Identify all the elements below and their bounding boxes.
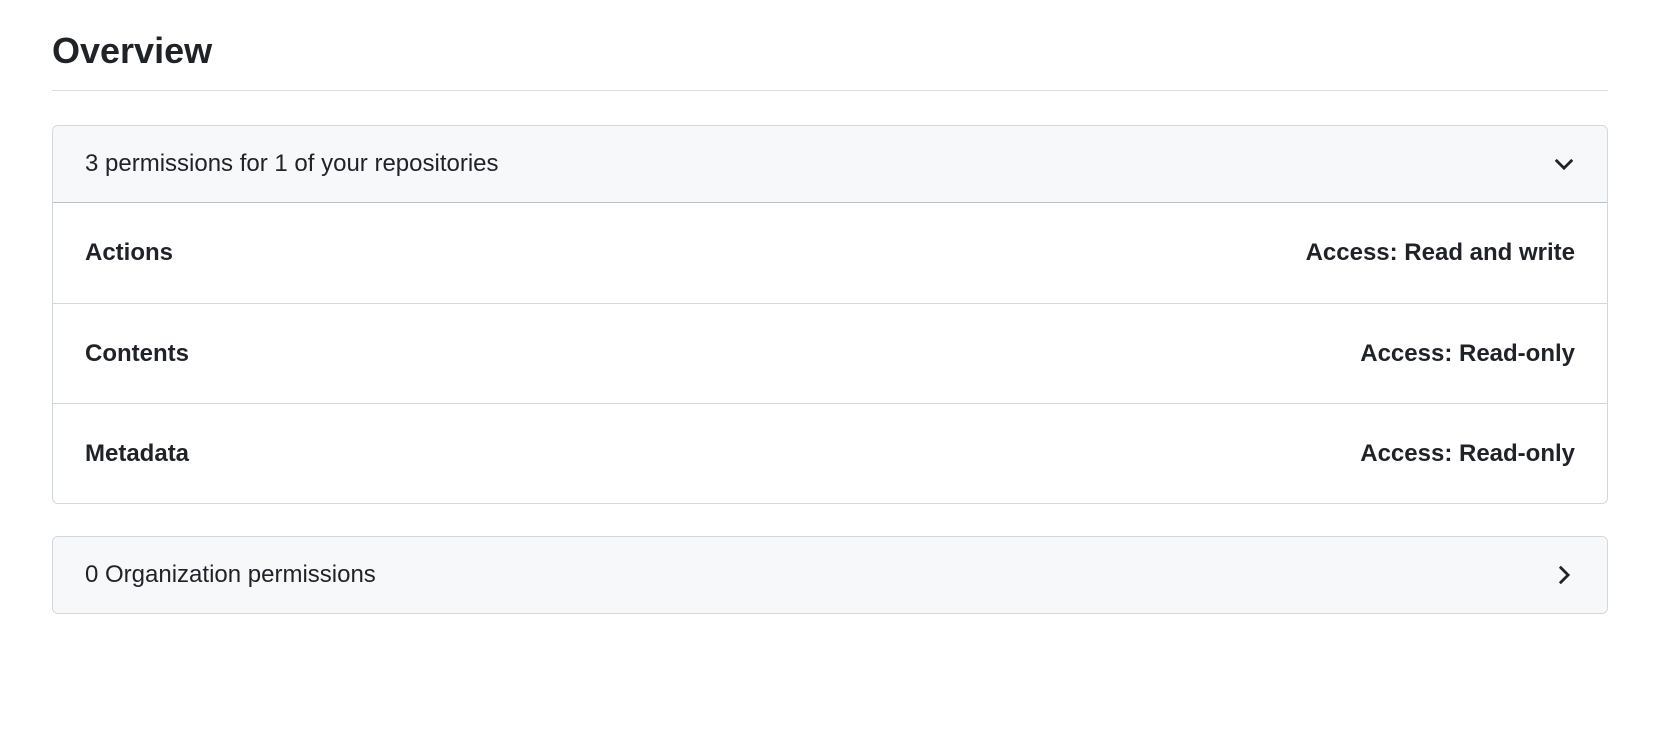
chevron-down-icon — [1553, 153, 1575, 175]
title-divider — [52, 90, 1608, 91]
repo-permissions-header[interactable]: 3 permissions for 1 of your repositories — [53, 126, 1607, 203]
repo-permissions-title: 3 permissions for 1 of your repositories — [85, 150, 499, 178]
org-permissions-panel: 0 Organization permissions — [52, 536, 1608, 614]
permission-access: Access: Read and write — [1306, 239, 1575, 267]
permission-row: Actions Access: Read and write — [53, 203, 1607, 303]
permission-name: Contents — [85, 340, 189, 368]
permission-name: Actions — [85, 239, 173, 267]
repo-permissions-list: Actions Access: Read and write Contents … — [53, 203, 1607, 503]
page-title: Overview — [52, 30, 1608, 72]
permission-access: Access: Read-only — [1360, 340, 1575, 368]
repo-permissions-panel: 3 permissions for 1 of your repositories… — [52, 125, 1608, 504]
permission-row: Metadata Access: Read-only — [53, 403, 1607, 503]
org-permissions-header[interactable]: 0 Organization permissions — [53, 537, 1607, 613]
permission-access: Access: Read-only — [1360, 440, 1575, 468]
org-permissions-title: 0 Organization permissions — [85, 561, 376, 589]
chevron-right-icon — [1553, 564, 1575, 586]
permission-name: Metadata — [85, 440, 189, 468]
permission-row: Contents Access: Read-only — [53, 303, 1607, 403]
